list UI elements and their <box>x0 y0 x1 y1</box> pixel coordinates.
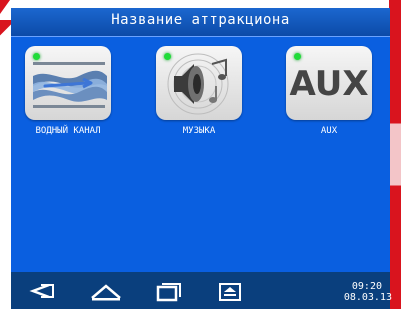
back-button[interactable] <box>23 278 63 304</box>
recent-apps-icon <box>156 283 181 302</box>
back-icon <box>29 283 54 299</box>
brand-ribbon-corner <box>0 0 10 14</box>
home-icon <box>91 284 121 301</box>
clock-time: 09:20 <box>351 281 382 292</box>
recent-apps-button[interactable] <box>149 278 189 304</box>
tile-music[interactable] <box>156 46 242 120</box>
tile-aux[interactable]: AUX <box>286 46 372 120</box>
speaker-icon <box>167 53 229 115</box>
tile-label-music: МУЗЫКА <box>182 126 216 136</box>
eject-button[interactable] <box>211 278 251 304</box>
title-bar: Название аттракциона <box>11 8 390 37</box>
status-led <box>294 53 301 60</box>
system-navbar: 09:20 08.03.13 <box>11 272 392 309</box>
eject-icon <box>219 283 241 301</box>
brand-ribbon-edge <box>389 0 401 309</box>
water-waves-icon <box>33 62 107 108</box>
tile-label-water-canal: ВОДНЫЙ КАНАЛ <box>35 126 101 136</box>
home-button[interactable] <box>86 278 126 304</box>
tile-label-aux: AUX <box>320 126 338 136</box>
page-title: Название аттракциона <box>111 12 290 28</box>
main-screen: Название аттракциона ВОДНЫЙ КАНАЛ МУЗЫКА… <box>11 8 392 309</box>
tile-water-canal[interactable] <box>25 46 111 120</box>
clock-date: 08.03.13 <box>343 292 392 303</box>
aux-icon: AUX <box>289 64 369 104</box>
